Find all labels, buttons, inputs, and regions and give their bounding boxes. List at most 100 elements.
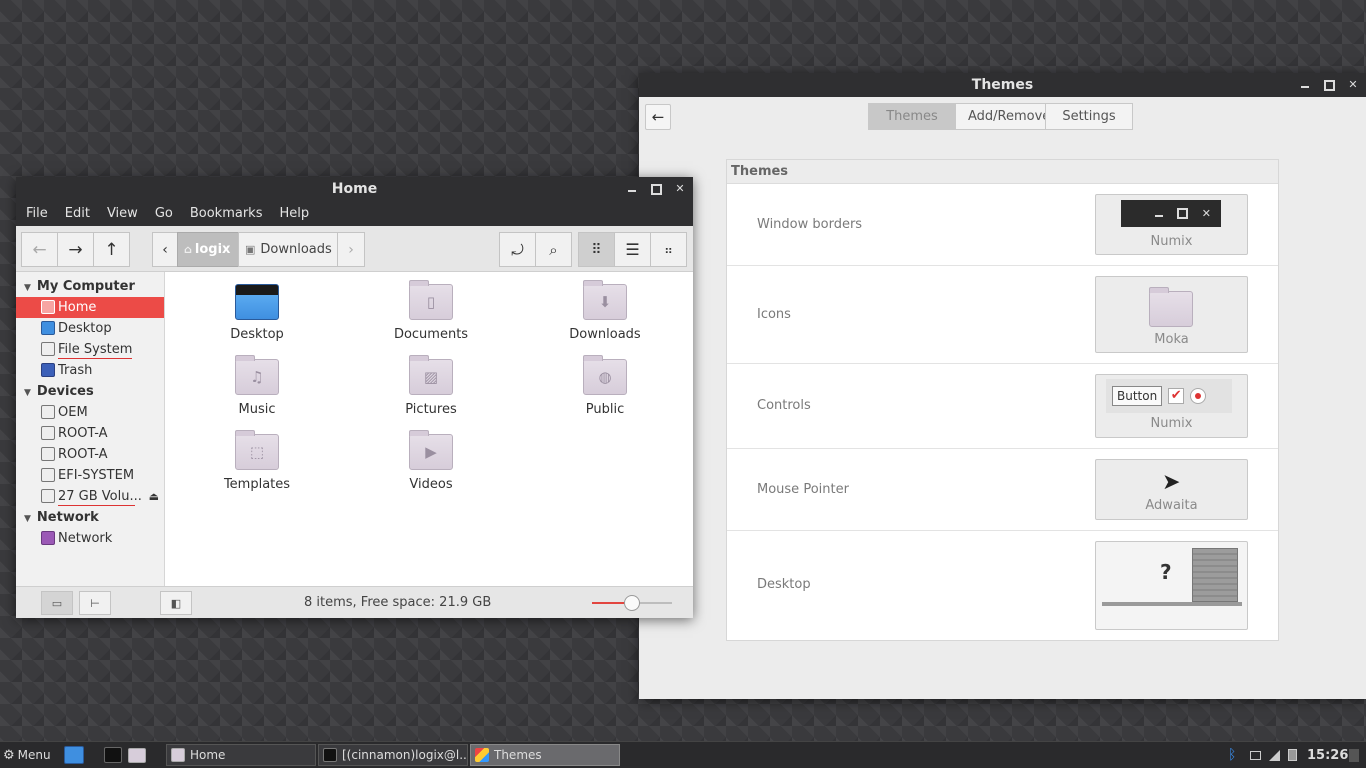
taskbar-window-home[interactable]: Home: [166, 744, 316, 766]
sidebar-item-label: Home: [58, 300, 97, 315]
home-icon: ⌂: [184, 243, 192, 256]
sidebar-item-oem[interactable]: OEM: [16, 402, 164, 423]
breadcrumb-left-button[interactable]: ‹: [152, 232, 178, 267]
zoom-slider[interactable]: [592, 595, 672, 611]
menu-edit[interactable]: Edit: [65, 206, 90, 221]
back-button[interactable]: ←: [645, 104, 671, 130]
themes-window: Themes ← Themes Add/Remove Settings Them…: [639, 73, 1366, 699]
bluetooth-icon[interactable]: ᛒ: [1228, 744, 1236, 766]
back-button[interactable]: ←: [21, 232, 58, 267]
sidebar-item-27gb-volume[interactable]: 27 GB Volu... ⏏: [16, 486, 164, 507]
taskbar-window-label: [(cinnamon)logix@l...: [342, 748, 468, 762]
themes-titlebar[interactable]: Themes: [639, 73, 1366, 97]
minimize-icon: [1155, 211, 1163, 217]
sidebar-item-network[interactable]: Network: [16, 528, 164, 549]
sidebar-section-devices[interactable]: Devices: [16, 381, 164, 402]
mouse-pointer-chooser[interactable]: ➤ Adwaita: [1095, 459, 1248, 520]
sidebar-item-root-a[interactable]: ROOT-A: [16, 423, 164, 444]
folder-label: Videos: [409, 477, 453, 492]
breadcrumb-label: Downloads: [260, 242, 332, 257]
sidebar-item-root-a[interactable]: ROOT-A: [16, 444, 164, 465]
eject-icon[interactable]: ⏏: [149, 486, 159, 507]
search-button[interactable]: ⌕: [535, 232, 572, 267]
window-borders-chooser[interactable]: Numix: [1095, 194, 1248, 255]
breadcrumb-logix[interactable]: ⌂ logix: [177, 232, 239, 267]
folder-desktop[interactable]: Desktop: [187, 284, 327, 342]
breadcrumb-downloads[interactable]: ▣ Downloads: [238, 232, 338, 267]
minimize-icon[interactable]: [1298, 78, 1312, 92]
row-mouse-pointer: Mouse Pointer ➤ Adwaita: [727, 449, 1278, 531]
documents-folder-icon: ▯: [409, 280, 453, 320]
launcher-files[interactable]: [64, 744, 89, 766]
drive-icon: [41, 426, 55, 440]
menu-bookmarks[interactable]: Bookmarks: [190, 206, 263, 221]
window-borders-value: Numix: [1150, 234, 1193, 249]
toolbar: ← → ↑ ‹ ⌂ logix ▣ Downloads › ⤾ ⌕ ⠿ ☰ ⠶: [16, 226, 693, 272]
tab-themes[interactable]: Themes: [868, 103, 956, 130]
list-view-button[interactable]: ☰: [614, 232, 651, 267]
menu-go[interactable]: Go: [155, 206, 173, 221]
minimize-icon[interactable]: [625, 182, 639, 196]
hide-sidebar-button[interactable]: ◧: [160, 591, 192, 615]
menu-file[interactable]: File: [26, 206, 48, 221]
network-status-icon[interactable]: [1269, 744, 1280, 766]
folder-pictures[interactable]: ▨ Pictures: [361, 355, 501, 417]
icon-view-button[interactable]: ⠿: [578, 232, 615, 267]
maximize-icon[interactable]: [1322, 78, 1336, 92]
clock[interactable]: 15:26: [1307, 744, 1348, 766]
files-launcher-icon: [64, 746, 84, 764]
breadcrumb-right-button[interactable]: ›: [337, 232, 365, 267]
themes-panel: Themes Window borders Numix Icons: [726, 159, 1279, 641]
sidebar-item-desktop[interactable]: Desktop: [16, 318, 164, 339]
sidebar-section-my-computer[interactable]: My Computer: [16, 276, 164, 297]
sidebar-item-label: Trash: [58, 363, 93, 378]
sidebar-item-efi-system[interactable]: EFI-SYSTEM: [16, 465, 164, 486]
maximize-icon[interactable]: [649, 182, 663, 196]
search-icon: ⌕: [549, 240, 558, 259]
folder-downloads[interactable]: ⬇ Downloads: [535, 280, 675, 342]
taskbar-window-terminal[interactable]: [(cinnamon)logix@l...: [318, 744, 468, 766]
menu-button[interactable]: ⚙ Menu: [3, 744, 51, 766]
compact-view-button[interactable]: ⠶: [650, 232, 687, 267]
chevron-left-icon: ‹: [162, 241, 168, 258]
launcher-folder[interactable]: [128, 744, 151, 766]
menu-help[interactable]: Help: [279, 206, 309, 221]
folder-label: Templates: [223, 477, 291, 492]
close-icon[interactable]: [673, 182, 687, 196]
folder-music[interactable]: ♫ Music: [187, 355, 327, 417]
folder-videos[interactable]: ▶ Videos: [361, 430, 501, 492]
files-titlebar[interactable]: Home: [16, 177, 693, 201]
show-tree-button[interactable]: ⊢: [79, 591, 111, 615]
taskbar-window-themes[interactable]: Themes: [470, 744, 620, 766]
location-toggle-icon: ⤾: [511, 240, 524, 259]
desktop-theme-value: ?: [1160, 560, 1172, 584]
close-icon[interactable]: [1346, 78, 1360, 92]
show-places-button[interactable]: ▭: [41, 591, 73, 615]
themes-tab-switcher: Themes Add/Remove Settings: [868, 103, 1133, 130]
display-icon[interactable]: [1250, 744, 1261, 766]
folder-public[interactable]: ◍ Public: [535, 355, 675, 417]
sidebar-item-file-system[interactable]: File System: [16, 339, 164, 360]
drive-icon: [41, 342, 55, 356]
notifications-icon[interactable]: [1349, 744, 1359, 766]
forward-button[interactable]: →: [57, 232, 94, 267]
window-borders-preview: [1121, 200, 1221, 227]
up-button[interactable]: ↑: [93, 232, 130, 267]
sidebar-item-home[interactable]: Home: [16, 297, 164, 318]
controls-chooser[interactable]: Button ✔ Numix: [1095, 374, 1248, 438]
file-view: Desktop ▯ Documents ⬇ Downloads ♫ Music ▨ Pi…: [166, 272, 693, 586]
desktop-chooser[interactable]: ?: [1095, 541, 1248, 630]
sidebar-section-network[interactable]: Network: [16, 507, 164, 528]
folder-icon: [128, 747, 146, 763]
toggle-location-button[interactable]: ⤾: [499, 232, 536, 267]
zoom-slider-handle[interactable]: [624, 595, 640, 611]
launcher-terminal[interactable]: [104, 744, 127, 766]
battery-icon[interactable]: [1288, 744, 1297, 766]
folder-templates[interactable]: ⬚ Templates: [187, 430, 327, 492]
tab-add-remove[interactable]: Add/Remove: [955, 103, 1050, 130]
sidebar-item-trash[interactable]: Trash: [16, 360, 164, 381]
menu-view[interactable]: View: [107, 206, 138, 221]
folder-documents[interactable]: ▯ Documents: [361, 280, 501, 342]
icons-chooser[interactable]: Moka: [1095, 276, 1248, 353]
tab-settings[interactable]: Settings: [1045, 103, 1133, 130]
